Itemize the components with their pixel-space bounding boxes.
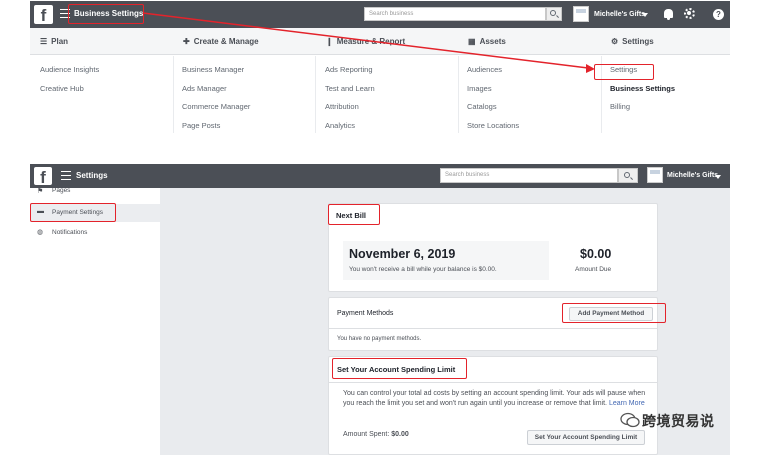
search-button[interactable]	[618, 168, 638, 183]
sidebar-item-pages[interactable]: ⚑ Pages	[30, 184, 160, 202]
sidebar-item-payment-settings[interactable]: ▬ Payment Settings	[30, 204, 160, 222]
amount-due-label: Amount Due	[575, 266, 612, 273]
chevron-down-icon[interactable]	[642, 13, 648, 17]
amount-spent-value: $0.00	[391, 431, 409, 438]
payment-methods-card: Payment Methods Add Payment Method You h…	[328, 297, 658, 351]
menu-head-plan[interactable]: ☰ Plan	[40, 37, 68, 46]
column-divider	[173, 56, 174, 133]
payment-methods-title: Payment Methods	[337, 310, 394, 317]
menu-head-assets[interactable]: ▦ Assets	[468, 37, 506, 46]
menu-link-business-settings[interactable]: Business Settings	[610, 84, 675, 103]
sidebar-item-notifications[interactable]: ◍ Notifications	[30, 224, 160, 242]
assets-column: Audiences Images Catalogs Store Location…	[467, 65, 519, 139]
menu-link-ads-manager[interactable]: Ads Manager	[182, 84, 250, 103]
wechat-watermark: 跨境贸易说	[620, 410, 740, 430]
plus-icon: ✚	[183, 37, 190, 46]
spending-limit-description: You can control your total ad costs by s…	[343, 390, 646, 407]
add-payment-method-button[interactable]: Add Payment Method	[569, 307, 653, 321]
menu-link-analytics[interactable]: Analytics	[325, 121, 375, 140]
hamburger-menu-icon[interactable]	[60, 9, 70, 18]
facebook-logo-icon[interactable]: f	[34, 167, 52, 185]
column-divider	[601, 56, 602, 133]
menu-link-attribution[interactable]: Attribution	[325, 102, 375, 121]
business-avatar[interactable]	[573, 6, 589, 22]
column-divider	[458, 56, 459, 133]
menu-link-store-locations[interactable]: Store Locations	[467, 121, 519, 140]
no-payment-methods-text: You have no payment methods.	[337, 336, 422, 342]
amount-due-value: $0.00	[580, 247, 612, 261]
learn-more-link[interactable]: Learn More	[609, 400, 645, 407]
facebook-logo-icon[interactable]: f	[34, 5, 53, 24]
menu-link-audience-insights[interactable]: Audience Insights	[40, 65, 99, 84]
spending-limit-title: Set Your Account Spending Limit	[337, 365, 456, 374]
flag-icon: ⚑	[37, 188, 44, 195]
menu-link-creative-hub[interactable]: Creative Hub	[40, 84, 99, 103]
column-divider	[315, 56, 316, 133]
menu-head-settings[interactable]: ⚙ Settings	[611, 37, 654, 46]
menu-link-settings[interactable]: Settings	[610, 65, 675, 84]
measure-report-column: Ads Reporting Test and Learn Attribution…	[325, 65, 375, 139]
search-icon	[624, 171, 630, 178]
create-manage-column: Business Manager Ads Manager Commerce Ma…	[182, 65, 250, 139]
menu-head-create-manage[interactable]: ✚ Create & Manage	[183, 37, 259, 46]
top-navbar: f Business Settings Search business Mich…	[30, 1, 730, 28]
bill-note: You won't receive a bill while your bala…	[349, 266, 497, 273]
account-name[interactable]: Michelle's Gifts	[594, 11, 645, 18]
spending-limit-card: Set Your Account Spending Limit You can …	[328, 356, 658, 455]
menu-link-commerce-manager[interactable]: Commerce Manager	[182, 102, 250, 121]
menu-link-business-manager[interactable]: Business Manager	[182, 65, 250, 84]
settings-title[interactable]: Settings	[76, 171, 108, 180]
settings-sidebar: ⚑ Pages ▬ Payment Settings ◍ Notificatio…	[30, 187, 160, 455]
help-icon[interactable]: ?	[713, 9, 724, 20]
settings-column: Settings Business Settings Billing	[610, 65, 675, 121]
list-icon: ☰	[40, 37, 48, 46]
business-menu-bar: ☰ Plan ✚ Create & Manage ❙ Measure & Report…	[30, 28, 730, 55]
next-bill-card: Next Bill November 6, 2019 You won't rec…	[328, 203, 658, 292]
amount-spent: Amount Spent: $0.00	[343, 431, 409, 438]
search-input[interactable]: Search business	[364, 7, 546, 21]
bar-chart-icon: ❙	[326, 37, 333, 46]
credit-card-icon: ▬	[37, 208, 44, 215]
settings-gear-icon[interactable]	[684, 8, 695, 19]
bill-date: November 6, 2019	[349, 247, 456, 261]
watermark-text: 跨境贸易说	[642, 414, 715, 430]
menu-link-catalogs[interactable]: Catalogs	[467, 102, 519, 121]
set-spending-limit-button[interactable]: Set Your Account Spending Limit	[527, 430, 645, 445]
menu-link-ads-reporting[interactable]: Ads Reporting	[325, 65, 375, 84]
menu-link-test-and-learn[interactable]: Test and Learn	[325, 84, 375, 103]
menu-link-images[interactable]: Images	[467, 84, 519, 103]
notifications-bell-icon[interactable]	[664, 9, 673, 20]
divider	[329, 328, 657, 329]
business-avatar[interactable]	[647, 167, 663, 183]
divider	[329, 382, 657, 383]
menu-link-audiences[interactable]: Audiences	[467, 65, 519, 84]
wechat-logo-icon	[620, 412, 640, 428]
chevron-down-icon[interactable]	[715, 175, 721, 179]
bill-summary-box: November 6, 2019 You won't receive a bil…	[343, 241, 549, 280]
globe-icon: ◍	[37, 229, 44, 236]
account-name[interactable]: Michelle's Gifts	[667, 172, 718, 179]
hamburger-menu-icon[interactable]	[61, 171, 71, 180]
search-button[interactable]	[546, 7, 562, 21]
business-settings-panel: f Business Settings Search business Mich…	[30, 1, 730, 146]
grid-icon: ▦	[468, 37, 476, 46]
business-settings-title[interactable]: Business Settings	[74, 9, 143, 18]
next-bill-title: Next Bill	[336, 211, 367, 220]
plan-column: Audience Insights Creative Hub	[40, 65, 99, 102]
menu-link-billing[interactable]: Billing	[610, 102, 675, 121]
search-icon	[550, 10, 556, 16]
menu-link-page-posts[interactable]: Page Posts	[182, 121, 250, 140]
search-input[interactable]: Search business	[440, 168, 618, 183]
gear-icon: ⚙	[611, 37, 619, 46]
menu-head-measure-report[interactable]: ❙ Measure & Report	[326, 37, 405, 46]
